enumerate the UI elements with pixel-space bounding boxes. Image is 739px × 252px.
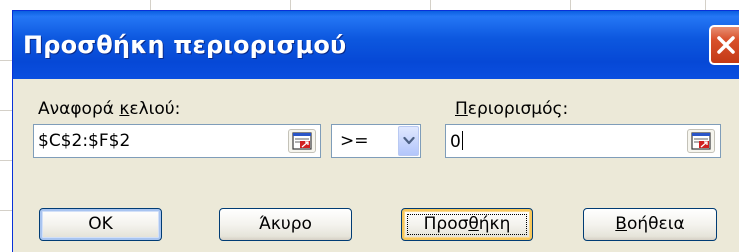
cell-reference-collapse-button[interactable]	[288, 129, 316, 153]
cancel-button-label: Άκυρο	[259, 214, 312, 234]
operator-selected-value: >=	[340, 131, 369, 151]
text-caret	[461, 131, 463, 150]
operator-dropdown-button[interactable]	[398, 126, 419, 156]
cell-reference-field[interactable]: $C$2:$F$2	[33, 124, 321, 158]
collapse-dialog-icon	[292, 132, 312, 150]
collapse-dialog-icon	[691, 132, 711, 150]
title-bar[interactable]: Προσθήκη περιορισμού	[13, 11, 739, 79]
constraint-label: Περιορισμός:	[455, 99, 569, 119]
constraint-value: 0	[450, 131, 463, 152]
help-button[interactable]: Βοήθεια	[583, 208, 717, 241]
ok-button[interactable]: OK	[39, 208, 162, 241]
operator-select[interactable]: >=	[331, 124, 421, 158]
cell-reference-value: $C$2:$F$2	[38, 131, 131, 151]
help-button-label: Βοήθεια	[615, 214, 685, 234]
chevron-down-icon	[403, 136, 415, 145]
dialog-client-area: Αναφορά κελιού: $C$2:$F$2 >= Περιορισμός…	[13, 79, 739, 252]
close-button[interactable]	[709, 25, 739, 65]
constraint-field[interactable]: 0	[445, 124, 721, 158]
cell-reference-label: Αναφορά κελιού:	[38, 99, 181, 119]
dialog-title: Προσθήκη περιορισμού	[23, 31, 347, 59]
close-x-icon	[717, 36, 735, 54]
add-button-label: Προσθήκη	[423, 214, 511, 234]
constraint-collapse-button[interactable]	[687, 129, 715, 153]
add-button[interactable]: Προσθήκη	[401, 208, 533, 241]
ok-button-label: OK	[88, 214, 113, 234]
cancel-button[interactable]: Άκυρο	[219, 208, 352, 241]
add-constraint-dialog: Προσθήκη περιορισμού Αναφορά κελιού: $C$…	[12, 10, 739, 252]
